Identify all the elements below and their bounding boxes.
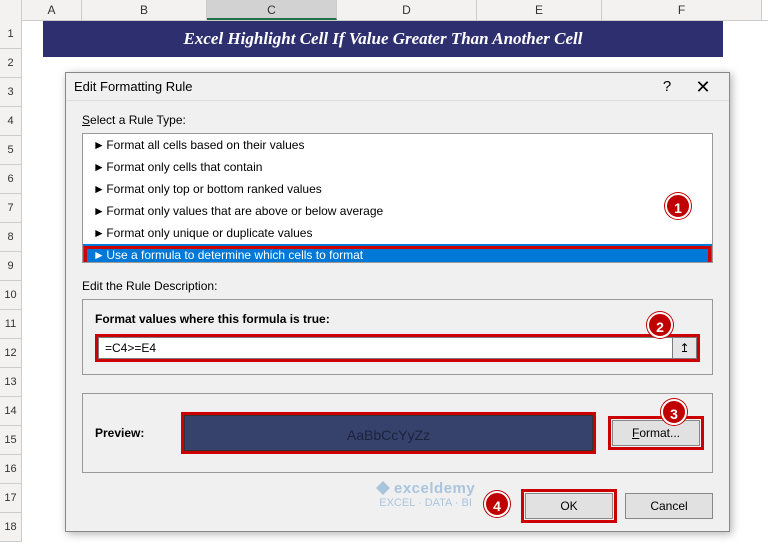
row-header[interactable]: 8 — [0, 223, 22, 252]
row-header[interactable]: 10 — [0, 281, 22, 310]
row-header[interactable]: 6 — [0, 165, 22, 194]
callout-badge-1: 1 — [665, 193, 691, 219]
row-header[interactable]: 3 — [0, 78, 22, 107]
arrow-icon: ► — [93, 160, 103, 174]
rule-description-box: Format values where this formula is true… — [82, 299, 713, 375]
rule-type-item[interactable]: ► Format only top or bottom ranked value… — [83, 178, 712, 200]
row-header[interactable]: 17 — [0, 484, 22, 513]
close-icon[interactable]: ✕ — [685, 73, 721, 101]
rule-type-item[interactable]: ► Format only unique or duplicate values — [83, 222, 712, 244]
dialog-title-text: Edit Formatting Rule — [74, 79, 649, 94]
row-header[interactable]: 13 — [0, 368, 22, 397]
preview-label: Preview: — [95, 426, 165, 440]
formula-input[interactable] — [98, 337, 673, 359]
arrow-icon: ► — [93, 204, 103, 218]
arrow-icon: ► — [93, 138, 103, 152]
edit-formatting-rule-dialog: Edit Formatting Rule ? ✕ Select a Rule T… — [65, 72, 730, 532]
preview-box: Preview: AaBbCcYyZz Format... — [82, 393, 713, 473]
rule-type-item[interactable]: ► Format all cells based on their values — [83, 134, 712, 156]
rule-type-item[interactable]: ► Format only values that are above or b… — [83, 200, 712, 222]
rule-type-item[interactable]: ► Format only cells that contain — [83, 156, 712, 178]
column-headers: A B C D E F — [0, 0, 768, 21]
col-header-D[interactable]: D — [337, 0, 477, 20]
rule-type-list[interactable]: ► Format all cells based on their values… — [82, 133, 713, 263]
row-header[interactable]: 14 — [0, 397, 22, 426]
collapse-dialog-icon[interactable]: ↥ — [673, 337, 697, 359]
col-header-C[interactable]: C — [207, 0, 337, 20]
col-header-B[interactable]: B — [82, 0, 207, 20]
row-header[interactable]: 18 — [0, 513, 22, 542]
select-rule-type-label: Select a Rule Type: — [82, 113, 713, 127]
format-button[interactable]: Format... — [612, 420, 700, 446]
callout-badge-3: 3 — [661, 399, 687, 425]
row-header[interactable]: 7 — [0, 194, 22, 223]
callout-badge-2: 2 — [647, 312, 673, 338]
col-header-A[interactable]: A — [22, 0, 82, 20]
rule-type-item-formula[interactable]: ► Use a formula to determine which cells… — [83, 244, 712, 263]
formula-input-row: ↥ — [95, 334, 700, 362]
arrow-icon: ► — [93, 226, 103, 240]
help-icon[interactable]: ? — [649, 73, 685, 101]
arrow-icon: ► — [93, 182, 103, 196]
formula-label: Format values where this formula is true… — [95, 312, 700, 326]
row-header[interactable]: 2 — [0, 49, 22, 78]
row-header[interactable]: 1 — [0, 20, 22, 49]
cancel-button[interactable]: Cancel — [625, 493, 713, 519]
col-header-F[interactable]: F — [602, 0, 762, 20]
dialog-titlebar[interactable]: Edit Formatting Rule ? ✕ — [66, 73, 729, 101]
col-header-E[interactable]: E — [477, 0, 602, 20]
ok-button[interactable]: OK — [525, 493, 613, 519]
callout-badge-4: 4 — [484, 491, 510, 517]
row-header[interactable]: 4 — [0, 107, 22, 136]
preview-swatch: AaBbCcYyZz — [181, 412, 596, 454]
row-headers: 1 2 3 4 5 6 7 8 9 10 11 12 13 14 15 16 1… — [0, 20, 22, 542]
sheet-title: Excel Highlight Cell If Value Greater Th… — [43, 21, 723, 57]
edit-description-label: Edit the Rule Description: — [82, 279, 713, 293]
select-all-corner[interactable] — [0, 0, 22, 20]
row-header[interactable]: 11 — [0, 310, 22, 339]
row-header[interactable]: 16 — [0, 455, 22, 484]
row-header[interactable]: 5 — [0, 136, 22, 165]
row-header[interactable]: 9 — [0, 252, 22, 281]
row-header[interactable]: 15 — [0, 426, 22, 455]
dialog-buttons: OK Cancel — [525, 493, 713, 519]
arrow-icon: ► — [93, 248, 103, 262]
row-header[interactable]: 12 — [0, 339, 22, 368]
